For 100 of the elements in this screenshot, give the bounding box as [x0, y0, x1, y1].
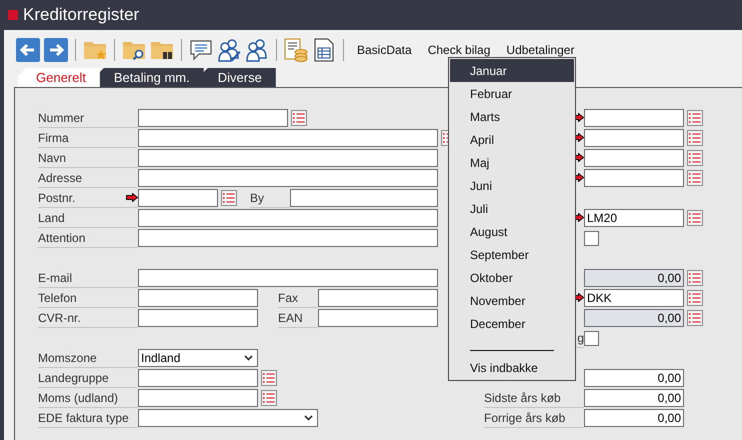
field-label-text: Firma — [38, 130, 69, 144]
text-field[interactable] — [138, 149, 438, 167]
field-label-text: EDE faktura type — [38, 410, 129, 424]
lookup-button[interactable] — [261, 370, 277, 386]
users-pen-icon — [217, 38, 241, 62]
menu-item[interactable]: Maj — [450, 151, 574, 174]
text-field[interactable]: 0,00 — [584, 369, 684, 387]
text-field[interactable]: 0,00 — [584, 309, 684, 327]
list-icon — [689, 273, 701, 283]
text-field[interactable] — [584, 169, 684, 187]
menu-item[interactable]: August — [450, 220, 574, 243]
field-label-text: Postnr. — [38, 190, 76, 204]
menu-item[interactable]: September — [450, 243, 574, 266]
field-label-text: Fax — [278, 290, 298, 304]
text-field[interactable] — [138, 389, 258, 407]
text-field[interactable] — [138, 169, 438, 187]
text-field[interactable] — [290, 189, 438, 207]
text-field[interactable] — [138, 129, 438, 147]
menu-item[interactable]: December — [450, 312, 574, 335]
checkbox[interactable] — [584, 230, 599, 246]
text-field[interactable] — [584, 109, 684, 127]
text-field[interactable] — [138, 209, 438, 227]
list-icon — [689, 313, 701, 323]
tab[interactable]: Generelt — [18, 68, 100, 87]
text-field[interactable] — [138, 189, 218, 207]
text-field[interactable] — [138, 269, 438, 287]
checkbox[interactable] — [584, 330, 599, 346]
lookup-button[interactable] — [687, 130, 703, 146]
list-icon — [263, 373, 275, 383]
window-title: Kreditorregister — [23, 5, 140, 25]
lookup-button[interactable] — [687, 150, 703, 166]
users-icon — [245, 38, 269, 62]
dropdown-value: Indland — [141, 351, 180, 365]
menu-item[interactable]: Juli — [450, 197, 574, 220]
menu-item[interactable]: Februar — [450, 82, 574, 105]
lookup-button[interactable] — [261, 390, 277, 406]
field-label-text: EAN — [278, 310, 303, 324]
lookup-button[interactable] — [687, 290, 703, 306]
text-field[interactable]: 0,00 — [584, 269, 684, 287]
menu-item[interactable]: April — [450, 128, 574, 151]
lookup-button[interactable] — [687, 110, 703, 126]
field-label-text: Nummer — [38, 110, 84, 124]
toolbar-link[interactable]: BasicData — [351, 40, 418, 60]
field-label-text: E-mail — [38, 270, 72, 284]
text-field[interactable] — [138, 229, 438, 247]
lookup-button[interactable] — [687, 270, 703, 286]
list-icon — [263, 393, 275, 403]
lookup-button[interactable] — [687, 210, 703, 226]
lookup-button[interactable] — [687, 170, 703, 186]
edit-users-button[interactable] — [217, 38, 241, 62]
menu-item[interactable]: Januar — [450, 59, 574, 82]
dropdown-field[interactable]: Indland — [138, 349, 258, 367]
menu-item[interactable]: Juni — [450, 174, 574, 197]
arrow-right-icon — [44, 38, 68, 62]
text-field[interactable] — [138, 289, 258, 307]
lookup-button[interactable] — [687, 310, 703, 326]
text-field[interactable] — [138, 309, 258, 327]
text-field[interactable] — [584, 149, 684, 167]
folder-star-icon — [83, 39, 107, 61]
text-field[interactable]: DKK — [584, 289, 684, 307]
menu-item[interactable]: Oktober — [450, 266, 574, 289]
lookup-button[interactable] — [221, 190, 237, 206]
text-field[interactable]: LM20 — [584, 209, 684, 227]
field-label-text: Forrige års køb — [484, 410, 566, 424]
comment-button[interactable] — [189, 38, 213, 62]
folder-binoculars-icon — [150, 39, 174, 61]
field-label-text: Moms (udland) — [38, 390, 118, 404]
list-icon — [689, 293, 701, 303]
list-icon — [689, 113, 701, 123]
toolbar-link[interactable]: Check bilag — [422, 40, 496, 60]
text-field[interactable] — [318, 309, 438, 327]
list-icon — [689, 133, 701, 143]
list-icon — [689, 153, 701, 163]
arrow-left-icon — [16, 38, 40, 62]
speech-bubble-icon — [189, 39, 213, 61]
back-button[interactable] — [16, 38, 40, 62]
spreadsheet-document-icon — [314, 38, 334, 62]
text-field[interactable] — [584, 129, 684, 147]
text-field[interactable] — [138, 369, 258, 387]
field-label-text: Attention — [38, 230, 86, 244]
required-arrow-icon — [126, 193, 138, 202]
menu-item[interactable]: Marts — [450, 105, 574, 128]
toolbar-link[interactable]: Udbetalinger — [500, 40, 580, 60]
field-label-text: g — [577, 330, 584, 344]
forward-button[interactable] — [44, 38, 68, 62]
coins-button[interactable] — [284, 38, 308, 62]
spreadsheet-button[interactable] — [312, 38, 336, 62]
menu-item[interactable]: November — [450, 289, 574, 312]
users-button[interactable] — [245, 38, 269, 62]
dropdown-field[interactable] — [138, 409, 318, 427]
menu-item[interactable]: Vis indbakke — [450, 356, 574, 379]
list-icon — [689, 213, 701, 223]
text-field[interactable] — [138, 109, 288, 127]
text-field[interactable]: 0,00 — [584, 409, 684, 427]
lookup-button[interactable] — [291, 110, 307, 126]
field-label-text: Land — [38, 210, 65, 224]
text-field[interactable]: 0,00 — [584, 389, 684, 407]
field-label-text: Sidste års køb — [484, 390, 561, 404]
text-field[interactable] — [318, 289, 438, 307]
coins-list-icon — [284, 38, 308, 62]
